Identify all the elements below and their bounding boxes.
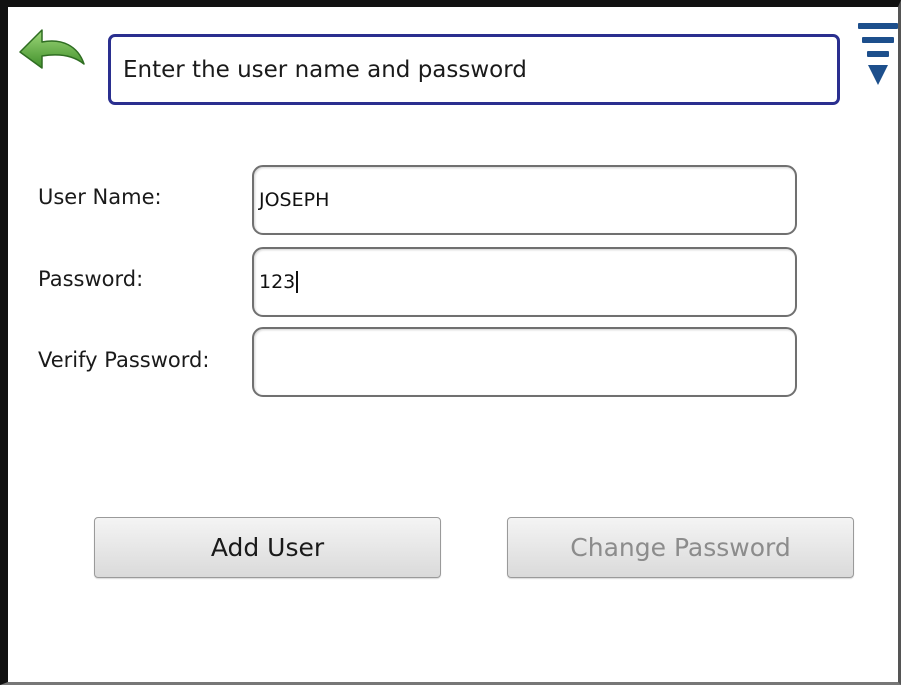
- screen-frame: Enter the user name and password User Na…: [0, 0, 901, 685]
- change-password-label: Change Password: [570, 533, 791, 562]
- password-field[interactable]: 123: [252, 247, 797, 317]
- verify-password-field[interactable]: [252, 327, 797, 397]
- prompt-text: Enter the user name and password: [123, 56, 527, 83]
- verify-password-label: Verify Password:: [38, 348, 210, 372]
- back-arrow-icon: [19, 29, 85, 69]
- back-button[interactable]: [16, 24, 88, 78]
- dropdown-menu-icon: [858, 23, 898, 85]
- add-user-label: Add User: [210, 533, 325, 562]
- password-value: 123: [259, 271, 296, 293]
- change-password-button[interactable]: Change Password: [507, 517, 854, 578]
- username-field[interactable]: JOSEPH: [252, 165, 797, 235]
- password-label: Password:: [38, 267, 144, 291]
- add-user-button[interactable]: Add User: [94, 517, 441, 578]
- username-label: User Name:: [38, 185, 162, 209]
- menu-button[interactable]: [856, 19, 900, 91]
- username-value: JOSEPH: [259, 189, 330, 211]
- instruction-prompt: Enter the user name and password: [108, 34, 840, 105]
- text-caret: [296, 271, 299, 293]
